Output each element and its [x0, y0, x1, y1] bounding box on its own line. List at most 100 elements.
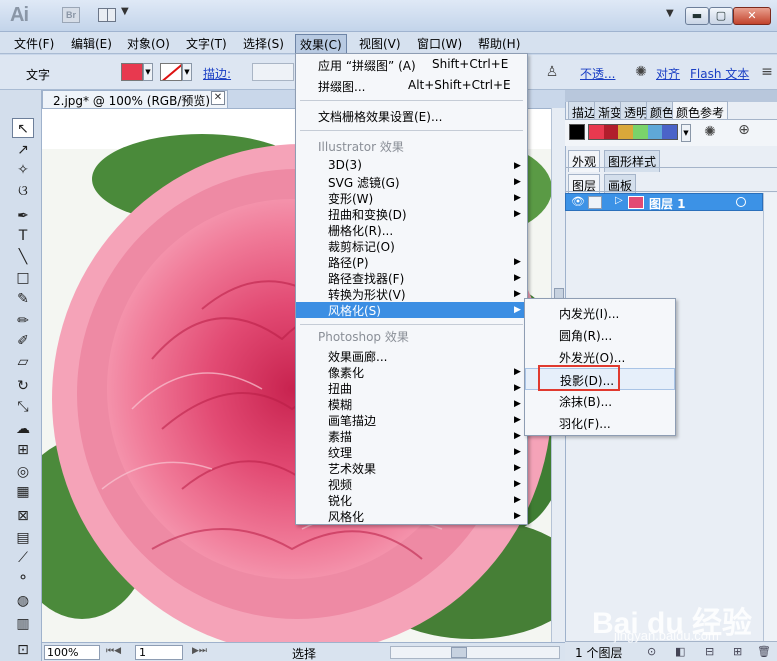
- apply-last-effect-item[interactable]: 应用 “拼缀图” (A) Shift+Ctrl+E: [296, 57, 527, 73]
- pen-tool-icon[interactable]: ✒: [12, 206, 34, 226]
- harmony-color[interactable]: [647, 125, 663, 139]
- rectangle-tool-icon[interactable]: □: [12, 268, 34, 288]
- save-swatch-group-icon[interactable]: ⊕: [735, 121, 753, 139]
- close-tab-icon[interactable]: ✕: [211, 91, 225, 105]
- line-tool-icon[interactable]: ╲: [12, 247, 34, 267]
- close-button[interactable]: ✕: [733, 7, 771, 25]
- menu-item-stylize[interactable]: 风格化(S) ▶: [296, 302, 527, 318]
- chevron-down-icon[interactable]: ▼: [121, 6, 129, 17]
- free-transform-tool-icon[interactable]: ⊞: [12, 440, 34, 460]
- next-artboard-icon[interactable]: ▶⏭: [192, 646, 207, 656]
- menu-item-texture[interactable]: 纹理 ▶: [296, 444, 527, 460]
- stroke-weight-field[interactable]: [252, 63, 294, 81]
- menu-item-round-corners[interactable]: 圆角(R)...: [525, 324, 675, 346]
- menu-item-pixelate[interactable]: 像素化 ▶: [296, 364, 527, 380]
- locate-object-icon[interactable]: ⊙: [647, 645, 656, 658]
- last-effect-item[interactable]: 拼缀图... Alt+Shift+Ctrl+E: [296, 78, 527, 94]
- minimize-button[interactable]: ▬: [685, 7, 709, 25]
- flash-text-link[interactable]: Flash 文本: [690, 65, 749, 82]
- menu-item-blur[interactable]: 模糊 ▶: [296, 396, 527, 412]
- mesh-tool-icon[interactable]: ⊠: [12, 506, 34, 526]
- menu-item-crop-marks[interactable]: 裁剪标记(O): [296, 238, 527, 254]
- menu-item-distort-transform[interactable]: 扭曲和变换(D) ▶: [296, 206, 527, 222]
- base-color-swatch[interactable]: [569, 124, 585, 140]
- recolor-icon[interactable]: ✺: [632, 63, 650, 81]
- shape-builder-tool-icon[interactable]: ◎: [12, 462, 34, 482]
- stroke-swatch[interactable]: [160, 63, 182, 81]
- arrange-documents-icon[interactable]: [98, 8, 116, 22]
- symbol-sprayer-tool-icon[interactable]: ◍: [12, 591, 34, 611]
- artboard-number-field[interactable]: 1: [135, 645, 183, 660]
- layers-scrollbar[interactable]: [763, 193, 777, 641]
- menu-window[interactable]: 窗口(W): [417, 35, 462, 52]
- first-artboard-icon[interactable]: ⏮◀: [106, 646, 121, 656]
- paintbrush-tool-icon[interactable]: ✎: [12, 289, 34, 309]
- expand-triangle-icon[interactable]: ▷: [615, 195, 623, 206]
- harmony-color[interactable]: [603, 125, 619, 139]
- menu-item-svg-filters[interactable]: SVG 滤镜(G) ▶: [296, 174, 527, 190]
- align-link[interactable]: 对齐: [656, 65, 680, 82]
- document-raster-settings-item[interactable]: 文档栅格效果设置(E)...: [296, 108, 527, 124]
- harmony-dropdown-icon[interactable]: ▼: [681, 124, 691, 142]
- type-tool-icon[interactable]: T: [12, 226, 34, 246]
- menu-view[interactable]: 视图(V): [359, 35, 401, 52]
- harmony-color[interactable]: [662, 125, 678, 139]
- opacity-link[interactable]: 不透...: [580, 65, 615, 82]
- menu-item-inner-glow[interactable]: 内发光(I)...: [525, 302, 675, 324]
- menu-item-ps-stylize[interactable]: 风格化 ▶: [296, 508, 527, 524]
- menu-item-sharpen[interactable]: 锐化 ▶: [296, 492, 527, 508]
- layer-name[interactable]: 图层 1: [649, 195, 686, 212]
- new-sublayer-icon[interactable]: ⊟: [705, 645, 714, 658]
- harmony-color[interactable]: [633, 125, 648, 139]
- blend-tool-icon[interactable]: ⚬: [12, 568, 34, 588]
- menu-select[interactable]: 选择(S): [243, 35, 284, 52]
- menu-item-warp[interactable]: 变形(W) ▶: [296, 190, 527, 206]
- menu-item-distort[interactable]: 扭曲 ▶: [296, 380, 527, 396]
- bridge-button[interactable]: Br: [62, 7, 80, 23]
- menu-item-sketch[interactable]: 素描 ▶: [296, 428, 527, 444]
- menu-edit[interactable]: 编辑(E): [71, 35, 112, 52]
- edit-colors-icon[interactable]: ✺: [701, 123, 719, 141]
- maximize-button[interactable]: ▢: [709, 7, 733, 25]
- magic-wand-tool-icon[interactable]: ✧: [12, 160, 34, 180]
- menu-object[interactable]: 对象(O): [127, 35, 170, 52]
- menu-help[interactable]: 帮助(H): [478, 35, 520, 52]
- fill-dropdown-icon[interactable]: ▼: [143, 63, 153, 81]
- menu-item-path[interactable]: 路径(P) ▶: [296, 254, 527, 270]
- status-text[interactable]: 选择: [292, 645, 316, 661]
- horizontal-scrollbar[interactable]: [390, 646, 560, 659]
- artboard-tool-icon[interactable]: ⊡: [12, 640, 34, 660]
- column-graph-tool-icon[interactable]: ▥: [12, 614, 34, 634]
- fill-swatch[interactable]: [121, 63, 143, 81]
- visibility-eye-icon[interactable]: 👁: [571, 195, 585, 208]
- menu-file[interactable]: 文件(F): [14, 35, 54, 52]
- selection-tool-icon[interactable]: ↖: [12, 118, 34, 138]
- lasso-tool-icon[interactable]: ଓ: [12, 181, 34, 201]
- zoom-select[interactable]: 100%: [44, 645, 100, 660]
- menu-item-effect-gallery[interactable]: 效果画廊...: [296, 348, 527, 364]
- menu-item-video[interactable]: 视频 ▶: [296, 476, 527, 492]
- tab-appearance[interactable]: 外观: [568, 150, 601, 172]
- menu-item-feather[interactable]: 羽化(F)...: [525, 412, 675, 434]
- tab-graphic-styles[interactable]: 图形样式: [604, 150, 661, 172]
- harmony-color[interactable]: [589, 125, 604, 139]
- warp-tool-icon[interactable]: ☁: [12, 419, 34, 439]
- scale-tool-icon[interactable]: ⤡: [12, 397, 34, 417]
- menu-effect[interactable]: 效果(C): [295, 34, 347, 55]
- pencil-tool-icon[interactable]: ✏: [12, 311, 34, 331]
- blob-brush-tool-icon[interactable]: ✐: [12, 331, 34, 351]
- stroke-link[interactable]: 描边:: [203, 65, 231, 82]
- direct-selection-tool-icon[interactable]: ↗: [12, 140, 34, 160]
- menu-item-pathfinder[interactable]: 路径查找器(F) ▶: [296, 270, 527, 286]
- delete-layer-icon[interactable]: 🗑: [757, 645, 771, 658]
- menu-item-rasterize[interactable]: 栅格化(R)...: [296, 222, 527, 238]
- harmony-color[interactable]: [618, 125, 634, 139]
- menu-item-artistic[interactable]: 艺术效果 ▶: [296, 460, 527, 476]
- menu-item-brush-strokes[interactable]: 画笔描边 ▶: [296, 412, 527, 428]
- panel-menu-icon[interactable]: ≡: [758, 63, 776, 81]
- workspace-chevron-icon[interactable]: ▼: [666, 8, 674, 19]
- target-circle-icon[interactable]: [736, 197, 746, 207]
- menu-item-3d[interactable]: 3D(3) ▶: [296, 158, 527, 174]
- perspective-grid-tool-icon[interactable]: ▦: [12, 482, 34, 502]
- menu-item-convert-to-shape[interactable]: 转换为形状(V) ▶: [296, 286, 527, 302]
